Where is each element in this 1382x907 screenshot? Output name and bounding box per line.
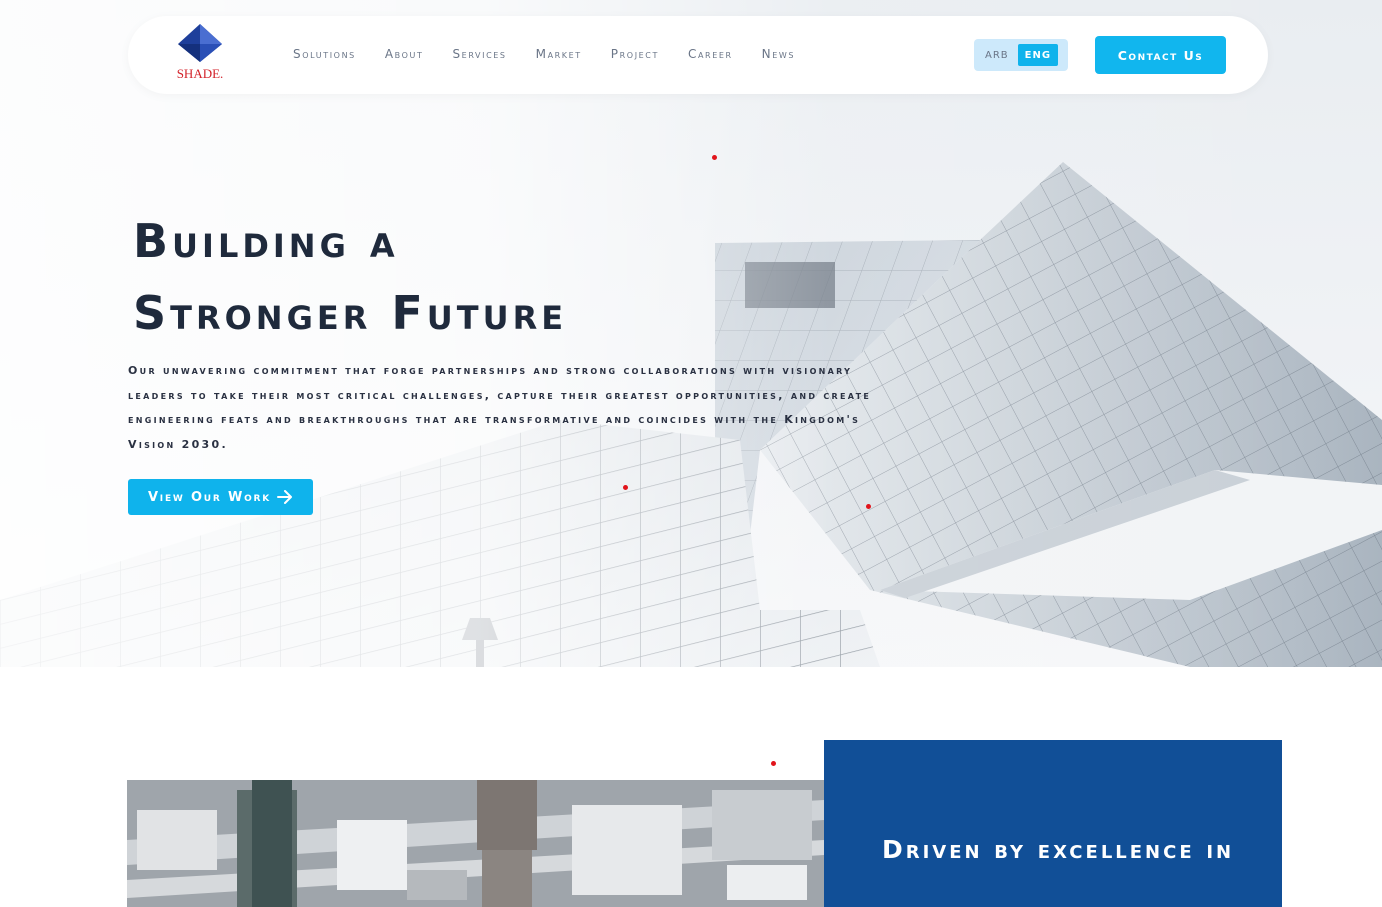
city-aerial-illustration (127, 780, 824, 907)
city-aerial-image (127, 780, 824, 907)
decor-dot (771, 761, 776, 766)
shade-logo[interactable]: SHADE. (172, 22, 228, 84)
excellence-card-title: Driven by excellence in (882, 835, 1235, 864)
main-nav: Solutions About Services Market Project … (293, 47, 824, 61)
lang-eng-button[interactable]: ENG (1017, 44, 1059, 66)
nav-about[interactable]: About (385, 47, 424, 61)
logo-diamond-icon (178, 24, 222, 62)
decor-dot (712, 155, 717, 160)
nav-market[interactable]: Market (536, 47, 582, 61)
hero-title: Building a Stronger Future (133, 205, 773, 349)
contact-us-button[interactable]: Contact Us (1095, 36, 1226, 74)
top-navbar: SHADE. Solutions About Services Market P… (128, 16, 1268, 94)
view-our-work-button[interactable]: View Our Work (128, 479, 313, 515)
view-our-work-label: View Our Work (147, 489, 272, 505)
decor-dot (866, 504, 871, 509)
decor-dot (623, 485, 628, 490)
hero-title-line2: Stronger Future (133, 286, 568, 340)
excellence-card: Driven by excellence in (824, 740, 1282, 907)
hero-description: Our unwavering commitment that forge par… (128, 364, 872, 451)
hero-title-line1: Building a (133, 214, 399, 268)
lang-arb-button[interactable]: ARB (978, 44, 1016, 66)
logo-wordmark: SHADE. (176, 66, 224, 81)
nav-solutions[interactable]: Solutions (293, 47, 356, 61)
arrow-right-icon (277, 490, 293, 504)
nav-project[interactable]: Project (611, 47, 659, 61)
nav-career[interactable]: Career (688, 47, 733, 61)
nav-news[interactable]: News (762, 47, 795, 61)
nav-services[interactable]: Services (452, 47, 506, 61)
language-switch: ARB ENG (974, 39, 1068, 71)
